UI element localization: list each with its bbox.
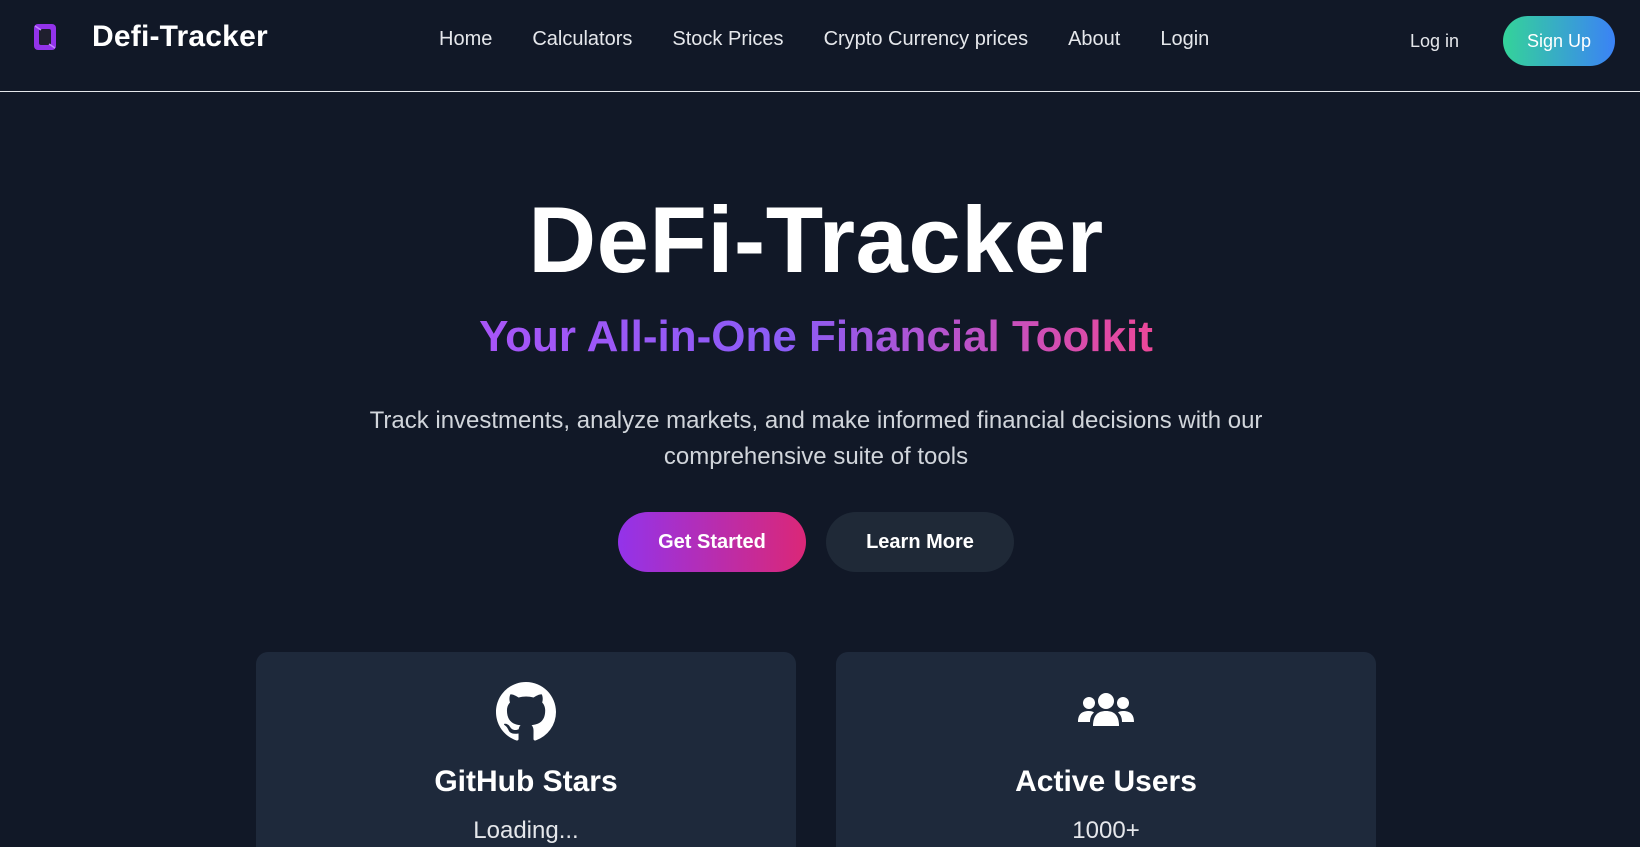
nav-link-calculators[interactable]: Calculators <box>532 28 632 51</box>
stat-value-github: Loading... <box>473 817 579 844</box>
stat-card-users: Active Users 1000+ <box>836 652 1376 847</box>
hero-buttons: Get Started Learn More <box>618 512 1014 572</box>
hero-title: DeFi-Tracker <box>528 187 1104 292</box>
learn-more-button[interactable]: Learn More <box>826 512 1014 572</box>
github-icon <box>496 682 556 741</box>
login-button[interactable]: Log in <box>1410 31 1459 52</box>
nav-link-crypto-prices[interactable]: Crypto Currency prices <box>824 28 1029 51</box>
navbar: Defi-Tracker Home Calculators Stock Pric… <box>0 0 1640 92</box>
nav-link-stock-prices[interactable]: Stock Prices <box>672 28 783 51</box>
stat-title-github: GitHub Stars <box>434 765 618 798</box>
hero-subtitle: Your All-in-One Financial Toolkit <box>0 310 1632 364</box>
phone-logo-icon <box>34 24 56 50</box>
nav-link-home[interactable]: Home <box>439 28 492 51</box>
brand[interactable]: Defi-Tracker <box>30 20 268 54</box>
get-started-button[interactable]: Get Started <box>618 512 806 572</box>
stat-card-github: GitHub Stars Loading... <box>256 652 796 847</box>
signup-button[interactable]: Sign Up <box>1503 16 1615 66</box>
nav-link-about[interactable]: About <box>1068 28 1120 51</box>
brand-name: Defi-Tracker <box>92 20 268 53</box>
users-icon <box>1078 693 1134 726</box>
stat-value-users: 1000+ <box>1072 817 1140 844</box>
nav-links: Home Calculators Stock Prices Crypto Cur… <box>439 28 1209 51</box>
hero-description: Track investments, analyze markets, and … <box>369 407 1263 470</box>
nav-link-login[interactable]: Login <box>1160 28 1209 51</box>
hero-subtitle-text: Your All-in-One Financial Toolkit <box>479 312 1153 361</box>
stat-title-users: Active Users <box>1015 765 1197 798</box>
